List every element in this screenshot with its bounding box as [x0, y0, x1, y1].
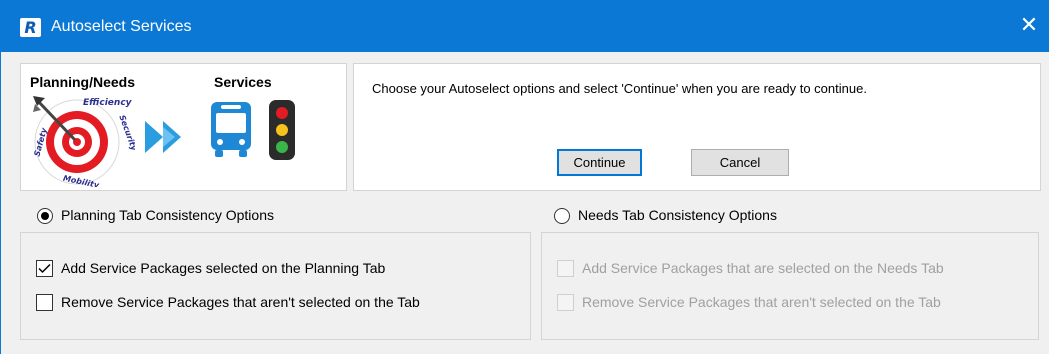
message-panel: Choose your Autoselect options and selec…: [353, 63, 1041, 191]
close-button[interactable]: ✕: [1009, 8, 1049, 44]
services-label: Services: [214, 74, 272, 90]
checkbox-label: Remove Service Packages that aren't sele…: [61, 294, 420, 310]
logo-panel: Planning/Needs Services Efficiency Secur…: [20, 63, 347, 191]
checkbox[interactable]: [36, 260, 53, 277]
cancel-button[interactable]: Cancel: [691, 149, 789, 176]
checkmark-icon: [38, 263, 51, 274]
app-icon: R: [20, 18, 41, 37]
planning-radio-button[interactable]: [37, 208, 53, 224]
radio-selected-dot: [41, 212, 49, 220]
checkbox[interactable]: [557, 294, 574, 311]
instruction-text: Choose your Autoselect options and selec…: [372, 81, 867, 96]
window-border: [0, 52, 1, 354]
needs-radio-label: Needs Tab Consistency Options: [578, 207, 777, 223]
close-icon: ✕: [1019, 13, 1039, 38]
traffic-light-icon: [269, 100, 295, 160]
bus-icon: [211, 102, 251, 157]
checkbox-label: Add Service Packages that are selected o…: [582, 260, 944, 276]
planning-options-group: Add Service Packages selected on the Pla…: [20, 232, 531, 340]
needs-options-group: Add Service Packages that are selected o…: [541, 232, 1039, 340]
needs-radio-button[interactable]: [554, 208, 570, 224]
planning-radio-label: Planning Tab Consistency Options: [61, 207, 274, 223]
checkbox-label: Add Service Packages selected on the Pla…: [61, 260, 386, 276]
checkbox[interactable]: [557, 260, 574, 277]
window-title: Autoselect Services: [51, 18, 192, 35]
checkbox[interactable]: [36, 294, 53, 311]
checkbox-label: Remove Service Packages that aren't sele…: [582, 294, 941, 310]
target-word-security: Security: [117, 114, 135, 153]
planning-needs-label: Planning/Needs: [30, 74, 136, 90]
title-bar: R Autoselect Services ✕: [0, 0, 1049, 52]
double-arrow-icon: [145, 121, 181, 153]
continue-button[interactable]: Continue: [557, 149, 642, 176]
dart-icon: [33, 96, 77, 142]
